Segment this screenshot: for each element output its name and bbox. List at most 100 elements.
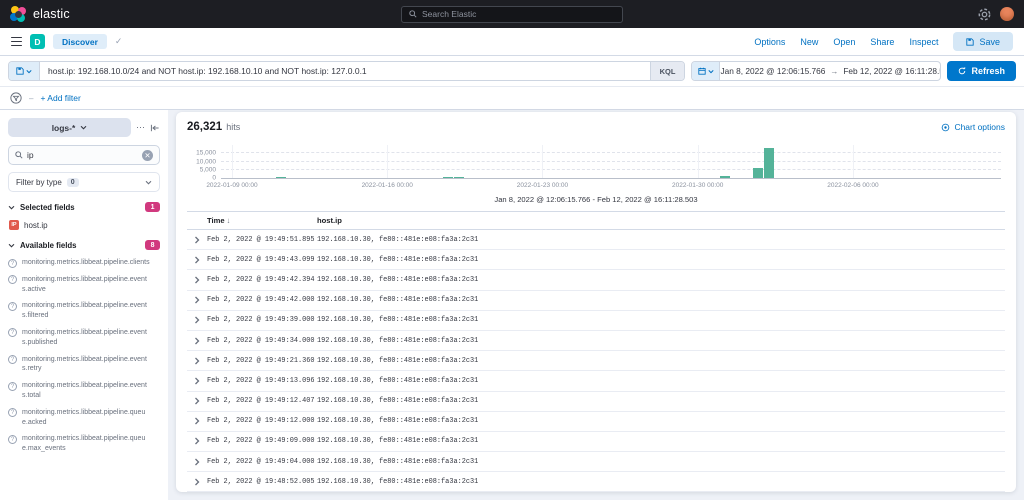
x-gridline <box>853 145 854 178</box>
field-item[interactable]: ?monitoring.metrics.libbeat.pipeline.que… <box>8 434 160 454</box>
cell-time: Feb 2, 2022 @ 19:49:12.407 <box>207 397 317 405</box>
user-avatar[interactable] <box>1000 7 1014 21</box>
query-language-badge[interactable]: KQL <box>650 62 685 80</box>
date-from[interactable]: Jan 8, 2022 @ 12:06:15.766 <box>720 66 825 76</box>
cell-time: Feb 2, 2022 @ 19:49:42.000 <box>207 296 317 304</box>
date-picker[interactable]: Jan 8, 2022 @ 12:06:15.766 → Feb 12, 202… <box>691 61 941 81</box>
index-pattern-select[interactable]: logs-* <box>8 118 131 137</box>
brand-name: elastic <box>33 7 70 21</box>
query-input-box[interactable]: KQL <box>8 61 685 81</box>
expand-row-icon[interactable] <box>194 377 200 385</box>
expand-row-icon[interactable] <box>194 397 200 405</box>
selected-fields-header[interactable]: Selected fields 1 <box>8 202 160 212</box>
table-row[interactable]: Feb 2, 2022 @ 19:49:42.000192.168.10.30,… <box>187 291 1005 311</box>
unknown-field-type-icon: ? <box>8 275 17 284</box>
field-item[interactable]: ?monitoring.metrics.libbeat.pipeline.eve… <box>8 275 160 295</box>
x-axis-label: 2022-02-06 00:00 <box>827 182 878 189</box>
more-options-icon[interactable]: ⋯ <box>136 122 145 133</box>
table-row[interactable]: Feb 2, 2022 @ 19:49:04.000192.168.10.30,… <box>187 452 1005 472</box>
cell-host-ip: 192.168.10.30, fe80::481e:e08:fa3a:2c31 <box>317 276 1005 284</box>
expand-row-icon[interactable] <box>194 478 200 486</box>
global-search[interactable] <box>401 6 623 23</box>
table-row[interactable]: Feb 2, 2022 @ 19:49:51.895192.168.10.30,… <box>187 230 1005 250</box>
save-button[interactable]: Save <box>953 32 1013 51</box>
histogram-bar[interactable] <box>454 177 464 178</box>
field-item[interactable]: ?monitoring.metrics.libbeat.pipeline.eve… <box>8 328 160 348</box>
expand-row-icon[interactable] <box>194 236 200 244</box>
menu-icon[interactable] <box>11 37 22 47</box>
expand-row-icon[interactable] <box>194 316 200 324</box>
expand-row-icon[interactable] <box>194 458 200 466</box>
expand-row-cell <box>187 236 207 244</box>
histogram-bar[interactable] <box>276 177 286 178</box>
filter-by-type-select[interactable]: Filter by type 0 <box>8 172 160 192</box>
search-icon <box>15 151 23 159</box>
available-fields-header[interactable]: Available fields 8 <box>8 240 160 250</box>
host-ip-column-header[interactable]: host.ip <box>317 216 1005 225</box>
collapse-sidebar-icon[interactable] <box>150 124 160 132</box>
field-search-input[interactable] <box>27 150 138 160</box>
field-item[interactable]: ?monitoring.metrics.libbeat.pipeline.que… <box>8 408 160 428</box>
elastic-logo[interactable] <box>10 6 26 22</box>
table-row[interactable]: Feb 2, 2022 @ 19:49:42.394192.168.10.30,… <box>187 270 1005 290</box>
unknown-field-type-icon: ? <box>8 408 17 417</box>
type-filter-count-badge: 0 <box>67 178 79 187</box>
global-search-input[interactable] <box>422 9 615 19</box>
filter-menu-icon[interactable] <box>10 92 22 104</box>
table-row[interactable]: Feb 2, 2022 @ 19:49:39.000192.168.10.30,… <box>187 311 1005 331</box>
saved-query-menu-button[interactable] <box>9 62 40 80</box>
cell-host-ip: 192.168.10.30, fe80::481e:e08:fa3a:2c31 <box>317 296 1005 304</box>
field-item[interactable]: ?monitoring.metrics.libbeat.pipeline.eve… <box>8 381 160 401</box>
expand-row-icon[interactable] <box>194 276 200 284</box>
help-icon[interactable] <box>978 8 991 21</box>
table-row[interactable]: Feb 2, 2022 @ 19:49:21.360192.168.10.30,… <box>187 351 1005 371</box>
field-item[interactable]: ?monitoring.metrics.libbeat.pipeline.eve… <box>8 301 160 321</box>
date-quick-select-button[interactable] <box>692 62 720 80</box>
expand-row-icon[interactable] <box>194 357 200 365</box>
expand-row-cell <box>187 337 207 345</box>
calendar-icon <box>698 67 706 75</box>
expand-row-icon[interactable] <box>194 417 200 425</box>
unknown-field-type-icon: ? <box>8 328 17 337</box>
sort-descending-icon[interactable]: ↓ <box>227 216 231 225</box>
available-fields-list: ?monitoring.metrics.libbeat.pipeline.cli… <box>8 258 160 454</box>
new-link[interactable]: New <box>800 37 818 47</box>
time-column-header[interactable]: Time↓ <box>207 216 317 225</box>
field-search-box[interactable]: ✕ <box>8 145 160 165</box>
field-item[interactable]: ?monitoring.metrics.libbeat.pipeline.eve… <box>8 355 160 375</box>
chart-options-button[interactable]: Chart options <box>941 122 1005 132</box>
date-to[interactable]: Feb 12, 2022 @ 16:11:28.503 <box>843 66 941 76</box>
breadcrumb-discover[interactable]: Discover <box>53 34 107 49</box>
table-row[interactable]: Feb 2, 2022 @ 19:49:09.000192.168.10.30,… <box>187 432 1005 452</box>
table-row[interactable]: Feb 2, 2022 @ 19:49:12.407192.168.10.30,… <box>187 392 1005 412</box>
selected-field-host-ip[interactable]: IP host.ip <box>9 220 160 230</box>
histogram-bar[interactable] <box>753 168 763 178</box>
table-row[interactable]: Feb 2, 2022 @ 19:49:34.000192.168.10.30,… <box>187 331 1005 351</box>
expand-row-icon[interactable] <box>194 437 200 445</box>
options-link[interactable]: Options <box>754 37 785 47</box>
histogram-bar[interactable] <box>764 148 774 178</box>
selected-fields-count-badge: 1 <box>145 202 160 212</box>
table-row[interactable]: Feb 2, 2022 @ 19:48:52.005192.168.10.30,… <box>187 472 1005 492</box>
clear-search-icon[interactable]: ✕ <box>142 150 153 161</box>
table-row[interactable]: Feb 2, 2022 @ 19:49:12.000192.168.10.30,… <box>187 412 1005 432</box>
table-row[interactable]: Feb 2, 2022 @ 19:49:13.096192.168.10.30,… <box>187 371 1005 391</box>
open-link[interactable]: Open <box>833 37 855 47</box>
inspect-link[interactable]: Inspect <box>909 37 938 47</box>
histogram-plot-area[interactable]: 05,00010,00015,0002022-01-09 00:002022-0… <box>221 145 1001 179</box>
arrow-right-icon: → <box>830 67 838 76</box>
histogram-bar[interactable] <box>443 177 453 178</box>
cell-time: Feb 2, 2022 @ 19:49:34.000 <box>207 337 317 345</box>
share-link[interactable]: Share <box>870 37 894 47</box>
query-input[interactable] <box>40 66 650 76</box>
histogram-bar[interactable] <box>720 176 730 178</box>
expand-row-icon[interactable] <box>194 296 200 304</box>
field-item[interactable]: ?monitoring.metrics.libbeat.pipeline.cli… <box>8 258 160 268</box>
add-filter-button[interactable]: + Add filter <box>40 93 80 103</box>
expand-row-icon[interactable] <box>194 337 200 345</box>
app-badge[interactable]: D <box>30 34 45 49</box>
expand-row-icon[interactable] <box>194 256 200 264</box>
table-row[interactable]: Feb 2, 2022 @ 19:49:43.099192.168.10.30,… <box>187 250 1005 270</box>
refresh-button[interactable]: Refresh <box>947 61 1016 81</box>
refresh-icon <box>958 67 966 75</box>
